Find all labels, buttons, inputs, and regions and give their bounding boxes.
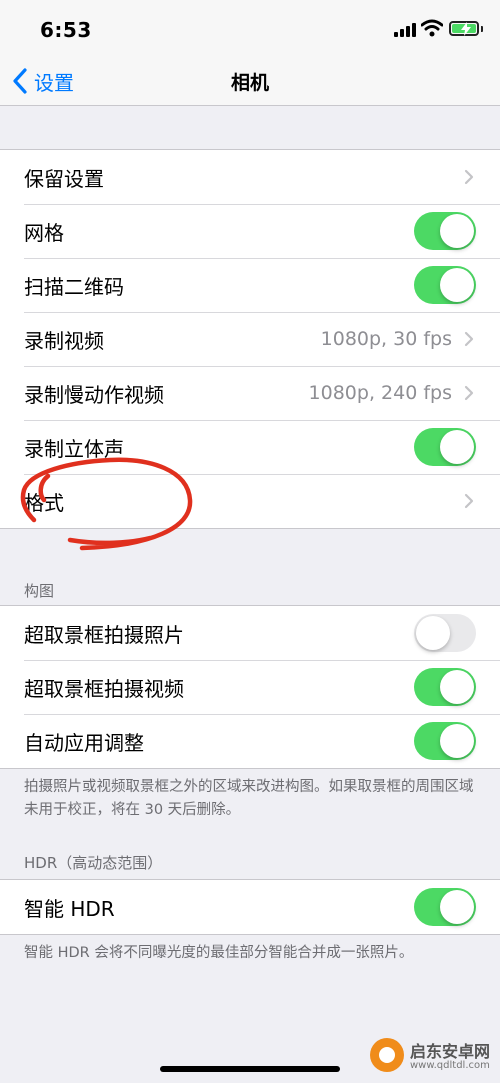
row-label: 网格 [24,220,64,245]
grid-toggle[interactable] [414,212,476,250]
page-title: 相机 [230,72,269,94]
nav-bar: 设置 相机 [0,56,500,106]
hdr-header: HDR（高动态范围） [24,854,163,872]
status-time: 6:53 [40,18,92,42]
row-label: 录制慢动作视频 [24,382,164,407]
scan-qr-toggle[interactable] [414,266,476,304]
video-outside-frame-row: 超取景框拍摄视频 [0,660,500,714]
formats-row[interactable]: 格式 [0,474,500,528]
video-outside-frame-toggle[interactable] [414,668,476,706]
row-label: 超取景框拍摄视频 [24,676,184,701]
composition-footer: 拍摄照片或视频取景框之外的区域来改进构图。如果取景框的周围区域未用于校正，将在 … [24,779,474,818]
smart-hdr-toggle[interactable] [414,888,476,926]
row-label: 超取景框拍摄照片 [24,622,184,647]
record-slomo-row[interactable]: 录制慢动作视频 1080p, 240 fps [0,366,500,420]
row-label: 智能 HDR [24,896,115,921]
record-video-row[interactable]: 录制视频 1080p, 30 fps [0,312,500,366]
composition-group: 超取景框拍摄照片 超取景框拍摄视频 自动应用调整 [0,605,500,769]
watermark: 启东安卓网 www.qdltdl.com [366,1030,500,1080]
camera-settings-group: 保留设置 网格 扫描二维码 录制视频 1080p, 30 fps 录制慢动作视频… [0,149,500,529]
scan-qr-row: 扫描二维码 [0,258,500,312]
grid-row: 网格 [0,204,500,258]
auto-apply-adjustments-row: 自动应用调整 [0,714,500,768]
row-value: 1080p, 30 fps [320,328,452,350]
preserve-settings-row[interactable]: 保留设置 [0,150,500,204]
row-label: 扫描二维码 [24,274,124,299]
chevron-right-icon [464,493,474,509]
battery-tip [481,26,483,32]
row-label: 保留设置 [24,166,104,191]
row-value: 1080p, 240 fps [308,382,452,404]
battery-charging-icon [449,21,479,36]
record-stereo-toggle[interactable] [414,428,476,466]
photo-outside-frame-toggle[interactable] [414,614,476,652]
chevron-right-icon [464,331,474,347]
chevron-right-icon [464,169,474,185]
watermark-title: 启东安卓网 [410,1042,491,1061]
composition-header: 构图 [24,582,55,600]
wifi-icon [421,19,443,37]
chevron-right-icon [464,385,474,401]
row-label: 格式 [24,490,64,515]
row-label: 自动应用调整 [24,730,144,755]
hdr-footer: 智能 HDR 会将不同曝光度的最佳部分智能合并成一张照片。 [24,945,414,961]
watermark-logo-icon [370,1038,404,1072]
row-label: 录制立体声 [24,436,124,461]
auto-apply-adjustments-toggle[interactable] [414,722,476,760]
watermark-url: www.qdltdl.com [410,1060,490,1071]
record-stereo-row: 录制立体声 [0,420,500,474]
hdr-group: 智能 HDR [0,879,500,935]
status-bar: 6:53 [0,0,500,56]
photo-outside-frame-row: 超取景框拍摄照片 [0,606,500,660]
row-label: 录制视频 [24,328,104,353]
cellular-signal-icon [394,23,416,37]
smart-hdr-row: 智能 HDR [0,880,500,934]
home-indicator [160,1066,340,1072]
